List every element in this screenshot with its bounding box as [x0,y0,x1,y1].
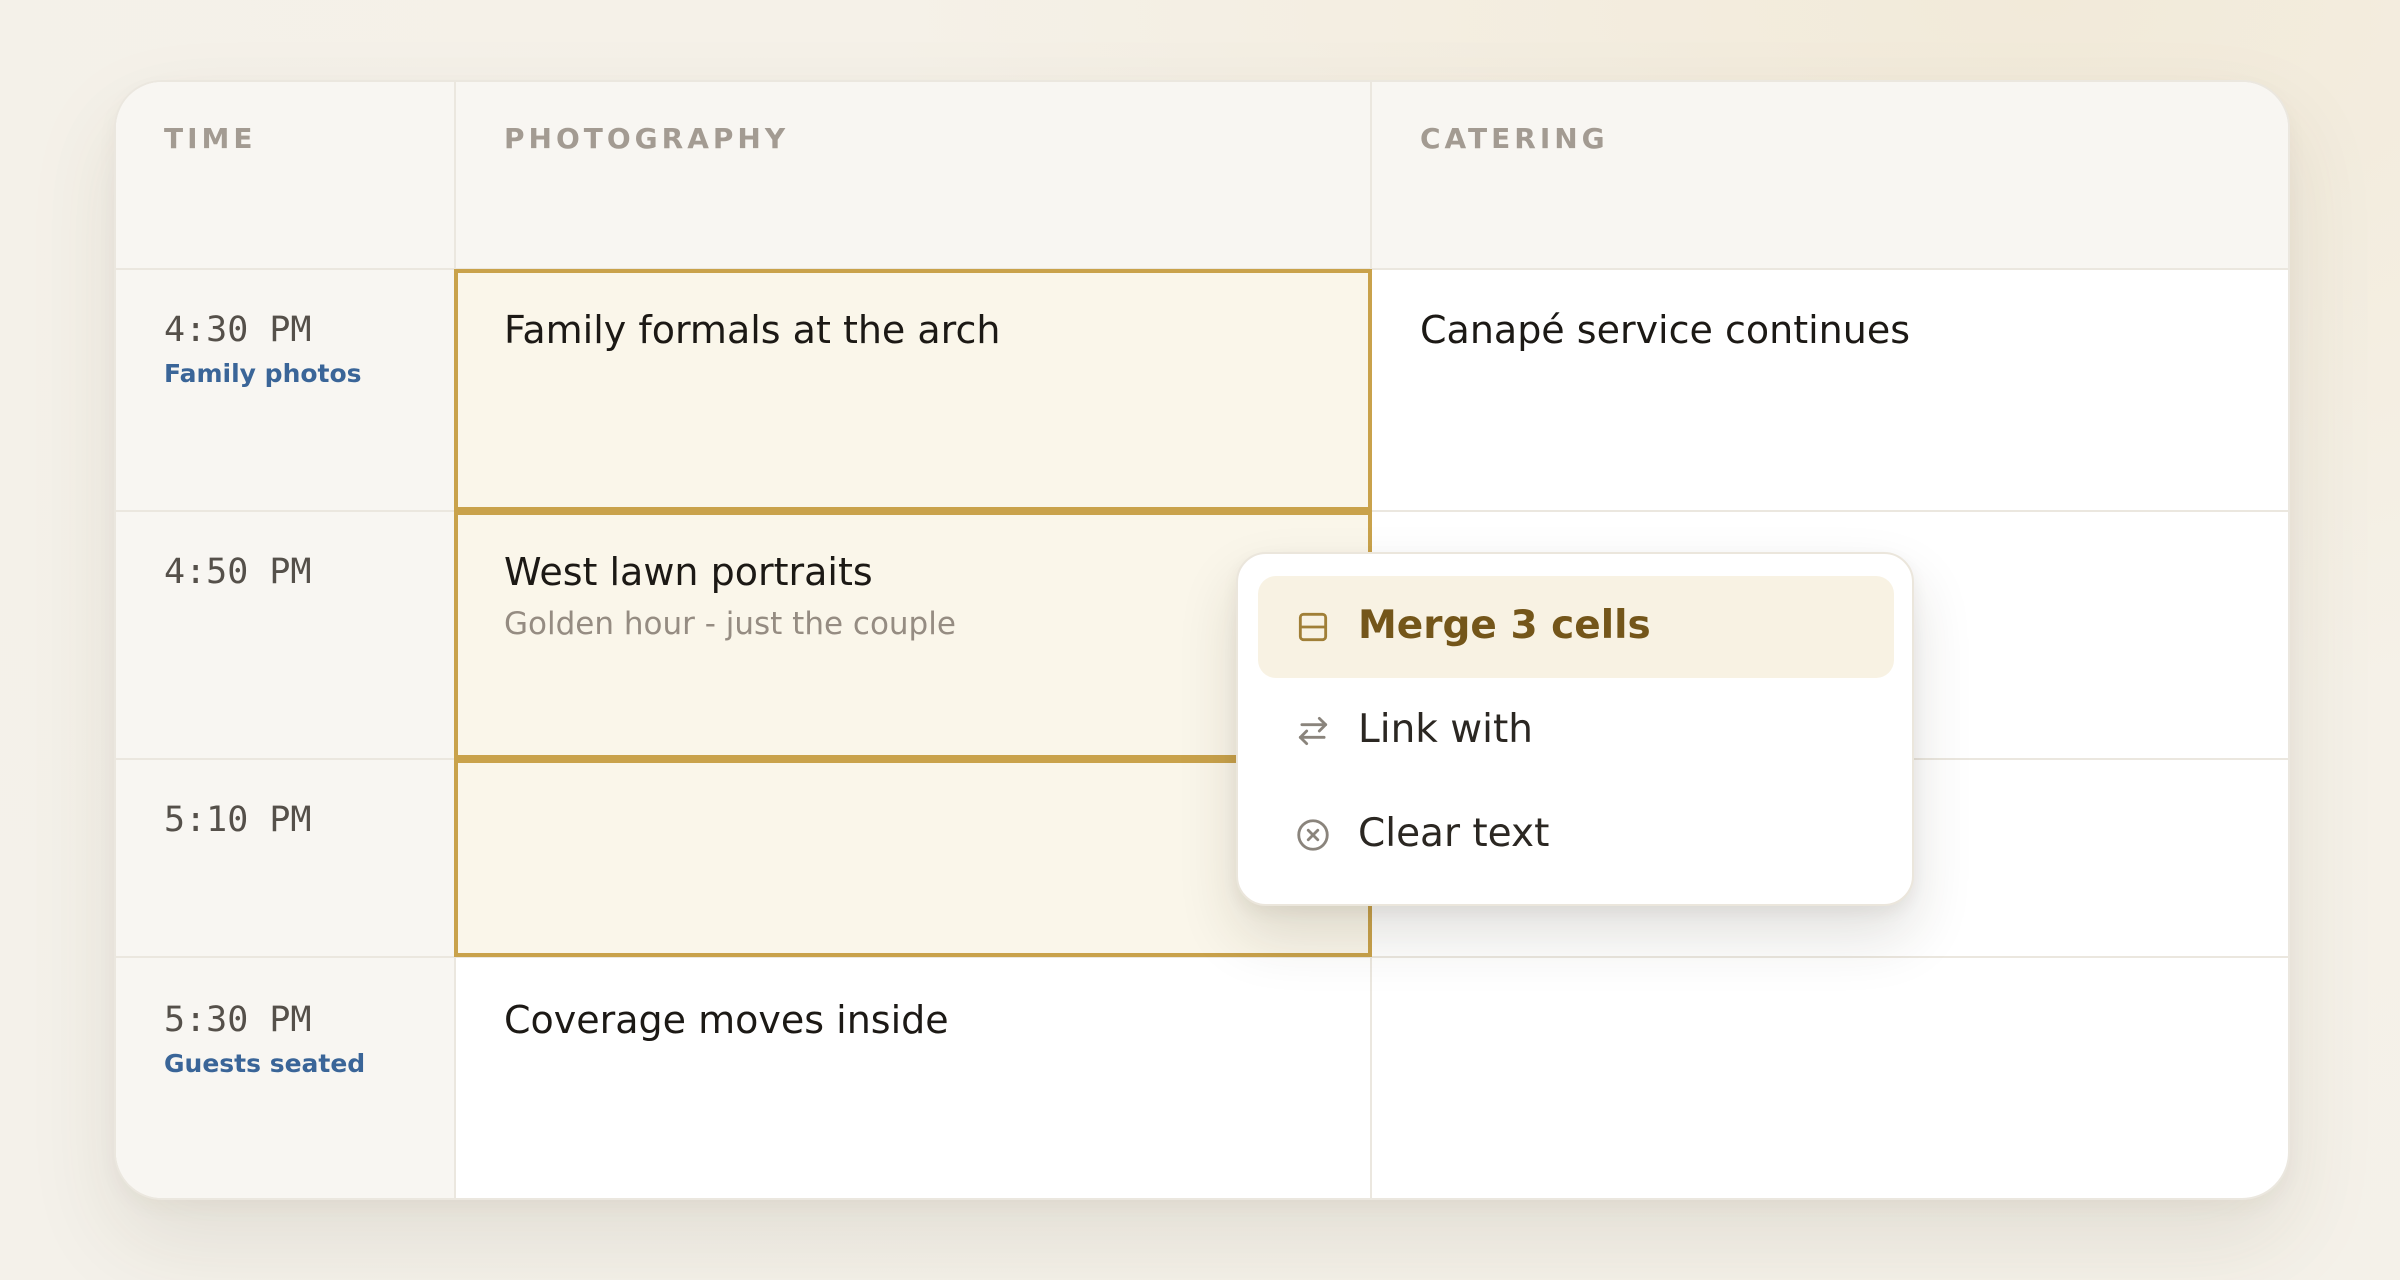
header-row [116,82,2288,268]
menu-item-clear[interactable]: Clear text [1258,784,1894,886]
swap-arrows-icon [1298,716,1328,746]
menu-item-merge[interactable]: Merge 3 cells [1258,576,1894,678]
menu-item-link[interactable]: Link with [1258,680,1894,782]
time-label: 5:30 PM [164,1000,312,1040]
time-label: 5:10 PM [164,800,312,840]
photography-cell-title[interactable]: Coverage moves inside [504,998,949,1042]
context-menu: Merge 3 cells Link with Clear text [1236,552,1914,906]
time-label: 4:50 PM [164,552,312,592]
photography-cell-title[interactable]: Family formals at the arch [504,308,1000,352]
photography-cell-selected-1[interactable] [454,269,1372,511]
time-sublabel: Family photos [164,359,362,388]
photography-cell-title[interactable]: West lawn portraits [504,550,873,594]
photography-cell-selected-3[interactable] [454,759,1372,957]
menu-item-label: Clear text [1358,811,1550,856]
column-header-time: TIME [164,122,257,155]
catering-cell-title[interactable]: Canapé service continues [1420,308,1910,352]
menu-item-label: Merge 3 cells [1358,603,1651,648]
merge-icon [1298,612,1328,642]
time-label: 4:30 PM [164,310,312,350]
column-header-photography[interactable]: PHOTOGRAPHY [504,122,789,155]
clear-circle-icon [1297,819,1329,851]
menu-item-label: Link with [1358,707,1534,752]
column-header-catering[interactable]: CATERING [1420,122,1609,155]
schedule-grid: TIME PHOTOGRAPHY CATERING 4:30 PM Family… [114,80,2290,1200]
photography-cell-subtitle: Golden hour - just the couple [504,606,956,642]
time-sublabel: Guests seated [164,1049,366,1078]
